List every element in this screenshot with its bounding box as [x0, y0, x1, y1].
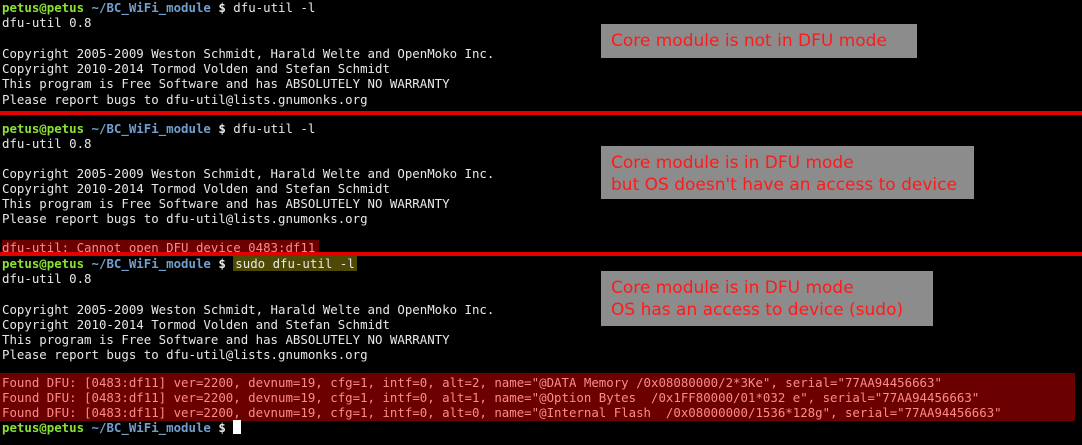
command-text: dfu-util -l — [233, 121, 316, 136]
output-line: Please report bugs to dfu-util@lists.gnu… — [2, 92, 368, 107]
output-line: This program is Free Software and has AB… — [2, 332, 450, 347]
prompt-path: ~/BC_WiFi_module — [91, 121, 211, 136]
prompt-line: petus@petus ~/BC_WiFi_module $ dfu-util … — [2, 121, 315, 136]
found-device-line: Found DFU: [0483:df11] ver=2200, devnum=… — [2, 375, 942, 390]
prompt-dollar: $ — [218, 0, 226, 15]
output-line: This program is Free Software and has AB… — [2, 76, 450, 91]
output-line: Copyright 2005-2009 Weston Schmidt, Hara… — [2, 166, 495, 181]
section-separator — [0, 111, 1082, 115]
found-device-line: Found DFU: [0483:df11] ver=2200, devnum=… — [2, 405, 1002, 420]
found-device-line: Found DFU: [0483:df11] ver=2200, devnum=… — [2, 390, 980, 405]
prompt-user: petus@petus — [2, 256, 85, 271]
command-text-highlighted: sudo dfu-util -l — [233, 256, 357, 271]
prompt-path: ~/BC_WiFi_module — [91, 420, 211, 435]
prompt-path: ~/BC_WiFi_module — [91, 256, 211, 271]
output-line: Copyright 2010-2014 Tormod Volden and St… — [2, 317, 390, 332]
prompt-user: petus@petus — [2, 121, 85, 136]
note-dfu-with-access: Core module is in DFU mode OS has an acc… — [601, 271, 933, 326]
output-line: dfu-util 0.8 — [2, 15, 92, 30]
terminal-window[interactable]: petus@petus ~/BC_WiFi_module $ dfu-util … — [0, 0, 1082, 445]
output-line: This program is Free Software and has AB… — [2, 196, 450, 211]
output-line: Copyright 2010-2014 Tormod Volden and St… — [2, 61, 390, 76]
command-text: dfu-util -l — [233, 0, 316, 15]
text-cursor[interactable] — [233, 420, 242, 434]
prompt-dollar: $ — [218, 420, 226, 435]
output-line: Copyright 2010-2014 Tormod Volden and St… — [2, 181, 390, 196]
prompt-dollar: $ — [218, 121, 226, 136]
prompt-dollar: $ — [218, 256, 226, 271]
output-line: dfu-util 0.8 — [2, 136, 92, 151]
prompt-line: petus@petus ~/BC_WiFi_module $ sudo dfu-… — [2, 256, 357, 271]
output-line: dfu-util 0.8 — [2, 271, 92, 286]
prompt-path: ~/BC_WiFi_module — [91, 0, 211, 15]
output-line: Please report bugs to dfu-util@lists.gnu… — [2, 211, 368, 226]
prompt-user: petus@petus — [2, 420, 85, 435]
prompt-user: petus@petus — [2, 0, 85, 15]
output-line: Please report bugs to dfu-util@lists.gnu… — [2, 347, 368, 362]
note-not-dfu-mode: Core module is not in DFU mode — [601, 24, 917, 58]
output-line: Copyright 2005-2009 Weston Schmidt, Hara… — [2, 302, 495, 317]
prompt-line: petus@petus ~/BC_WiFi_module $ dfu-util … — [2, 0, 315, 15]
note-dfu-no-access: Core module is in DFU mode but OS doesn'… — [601, 146, 974, 199]
output-line: Copyright 2005-2009 Weston Schmidt, Hara… — [2, 46, 495, 61]
prompt-line-active[interactable]: petus@petus ~/BC_WiFi_module $ — [2, 420, 242, 435]
